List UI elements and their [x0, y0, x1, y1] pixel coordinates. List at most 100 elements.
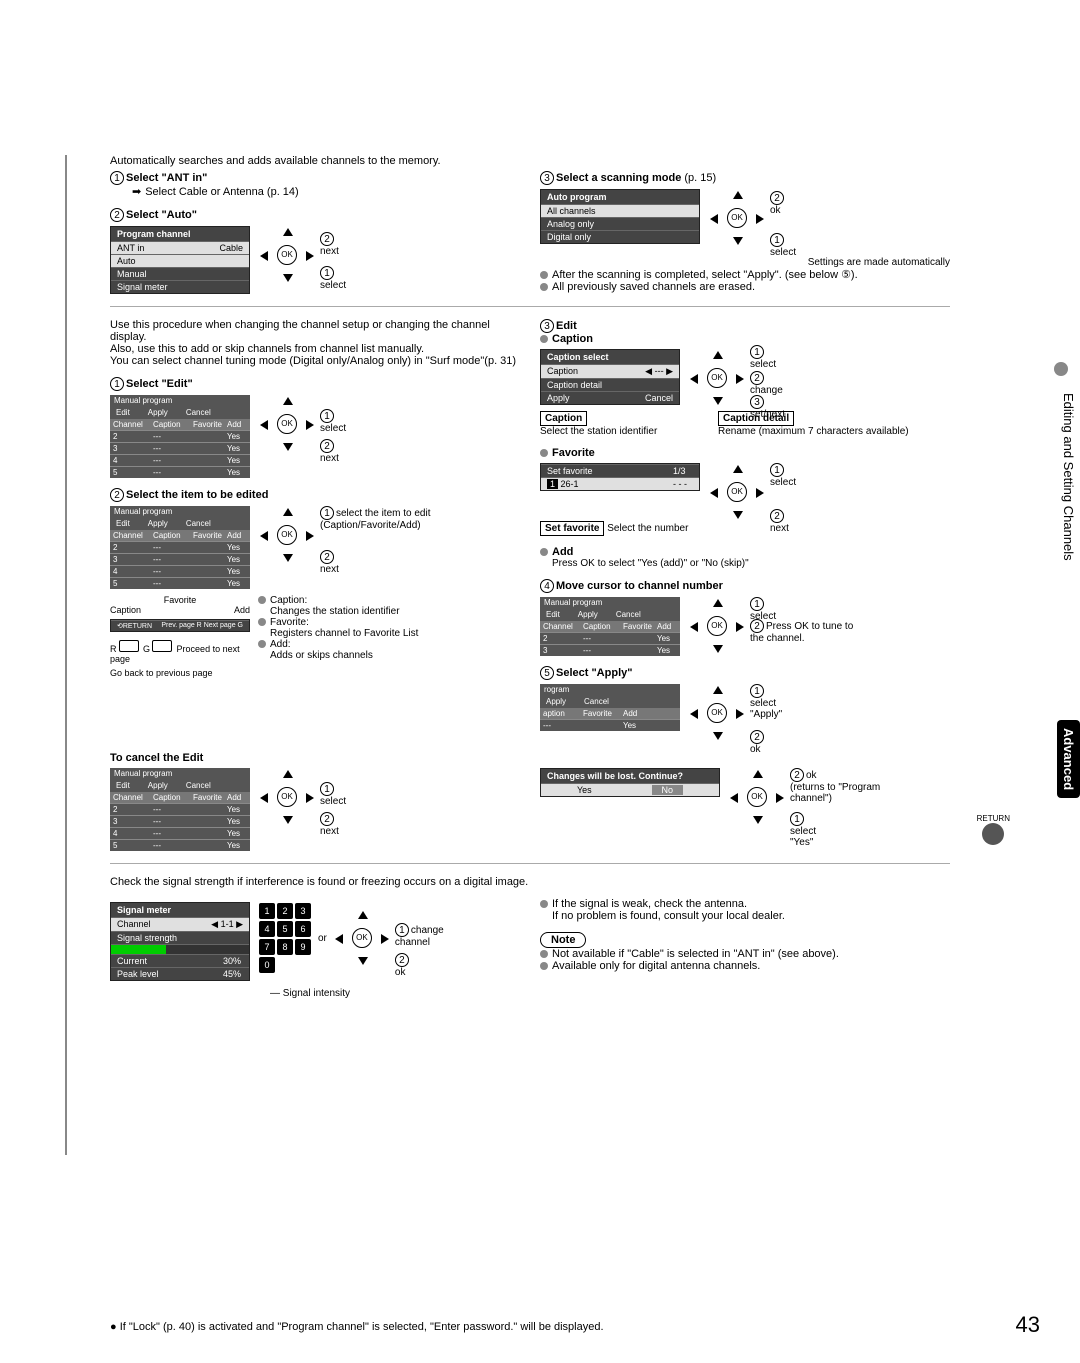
ok-button[interactable]: OK [727, 208, 747, 228]
ok-pad-5[interactable]: OK [688, 349, 746, 407]
left-icon[interactable] [260, 420, 268, 430]
signal-intensity-label: — Signal intensity [270, 988, 350, 999]
mstep-4: 4Move cursor to channel number [540, 579, 950, 593]
up-icon[interactable] [713, 599, 723, 607]
manual-program-table-3: Manual program EditApplyCancel ChannelCa… [540, 597, 680, 656]
ok-pad-2[interactable]: OK [708, 189, 766, 247]
up-icon[interactable] [753, 770, 763, 778]
up-icon[interactable] [283, 508, 293, 516]
auto-program-menu: Auto program All channels Analog only Di… [540, 189, 700, 244]
right-icon[interactable] [306, 531, 314, 541]
expl-add: Add:Adds or skips channels [258, 639, 418, 661]
ok-button[interactable]: OK [707, 368, 727, 388]
right-icon[interactable] [306, 793, 314, 803]
ok-button[interactable]: OK [727, 482, 747, 502]
caption-select-menu: Caption select Caption◀ --- ▶ Caption de… [540, 349, 680, 405]
down-icon[interactable] [283, 816, 293, 824]
favorite-label: Favorite [110, 595, 250, 605]
favorite-heading: Favorite [540, 447, 950, 459]
ok-pad-6[interactable]: OK [708, 463, 766, 521]
ok-button[interactable]: OK [352, 928, 372, 948]
ok-button[interactable]: OK [277, 787, 297, 807]
up-icon[interactable] [283, 770, 293, 778]
expl-caption: Caption:Changes the station identifier [258, 595, 418, 617]
up-icon[interactable] [283, 228, 293, 236]
r-button[interactable] [119, 640, 139, 652]
cancel-table: Manual program EditApplyCancel ChannelCa… [110, 768, 250, 851]
up-icon[interactable] [733, 465, 743, 473]
down-icon[interactable] [733, 237, 743, 245]
right-icon[interactable] [306, 251, 314, 261]
note-2: Available only for digital antenna chann… [540, 960, 950, 972]
add-heading: Add [540, 546, 950, 558]
ok-pad-cancel[interactable]: OK [258, 768, 316, 826]
add-text: Press OK to select "Yes (add)" or "No (s… [552, 558, 950, 569]
ok-pad-7[interactable]: OK [688, 597, 746, 655]
left-icon[interactable] [335, 934, 343, 944]
ok-pad-signal[interactable]: OK [333, 909, 391, 967]
down-icon[interactable] [713, 645, 723, 653]
g-button[interactable] [152, 640, 172, 652]
down-icon[interactable] [283, 274, 293, 282]
hint-bar: ⟲RETURNPrev. page R Next page G [110, 619, 250, 632]
right-icon[interactable] [736, 622, 744, 632]
ok-button[interactable]: OK [707, 703, 727, 723]
ok-button[interactable]: OK [277, 245, 297, 265]
ok-button[interactable]: OK [277, 414, 297, 434]
right-icon[interactable] [381, 934, 389, 944]
ok-button[interactable]: OK [747, 787, 767, 807]
right-icon[interactable] [776, 793, 784, 803]
return-button[interactable]: RETURN [977, 814, 1010, 845]
left-icon[interactable] [710, 214, 718, 224]
set-favorite-box: Set favorite [540, 521, 604, 536]
ok-pad-dialog[interactable]: OK [728, 768, 786, 826]
side-dot [1054, 362, 1068, 376]
left-icon[interactable] [260, 531, 268, 541]
ok-pad-8[interactable]: OK [688, 684, 746, 742]
ok-pad-4[interactable]: OK [258, 506, 316, 564]
up-icon[interactable] [713, 351, 723, 359]
up-icon[interactable] [283, 397, 293, 405]
ok-pad-3[interactable]: OK [258, 395, 316, 453]
down-icon[interactable] [283, 554, 293, 562]
ok-pad-1[interactable]: OK 2next 1select [258, 226, 316, 284]
caption-label: Caption [110, 605, 141, 615]
down-icon[interactable] [753, 816, 763, 824]
left-icon[interactable] [690, 622, 698, 632]
caption-heading: Caption [540, 333, 950, 345]
right-icon[interactable] [736, 374, 744, 384]
left-icon[interactable] [260, 251, 268, 261]
cancel-heading: To cancel the Edit [110, 752, 950, 764]
left-icon[interactable] [710, 488, 718, 498]
right-icon[interactable] [756, 488, 764, 498]
down-icon[interactable] [283, 443, 293, 451]
manual-program-table-1: Manual program EditApplyCancel ChannelCa… [110, 395, 250, 478]
up-icon[interactable] [358, 911, 368, 919]
up-icon[interactable] [733, 191, 743, 199]
left-rule [65, 155, 67, 1155]
down-icon[interactable] [733, 511, 743, 519]
manual-program-table-2: Manual program EditApplyCancel ChannelCa… [110, 506, 250, 589]
left-icon[interactable] [690, 374, 698, 384]
mstep-1: 1Select "Edit" [110, 377, 520, 391]
left-icon[interactable] [260, 793, 268, 803]
number-pad[interactable]: 123 456 789 0 [258, 902, 312, 974]
ok-button[interactable]: OK [277, 525, 297, 545]
right-icon[interactable] [306, 420, 314, 430]
right-icon[interactable] [736, 709, 744, 719]
up-icon[interactable] [713, 686, 723, 694]
down-icon[interactable] [713, 397, 723, 405]
manual-program-table-4: rogram ApplyCancel aptionFavoriteAdd ---… [540, 684, 680, 731]
auto-settings-note: Settings are made automatically [540, 257, 950, 268]
step-1: 1Select "ANT in" [110, 171, 520, 185]
left-icon[interactable] [690, 709, 698, 719]
side-tab-section: Editing and Setting Channels [1057, 385, 1080, 569]
down-icon[interactable] [713, 732, 723, 740]
step-1-sub: ➡Select Cable or Antenna (p. 14) [132, 185, 520, 198]
cancel-dialog: Changes will be lost. Continue? YesNo [540, 768, 720, 797]
right-icon[interactable] [756, 214, 764, 224]
left-icon[interactable] [730, 793, 738, 803]
ok-button[interactable]: OK [707, 616, 727, 636]
down-icon[interactable] [358, 957, 368, 965]
manual-intro-2: Also, use this to add or skip channels f… [110, 343, 520, 355]
